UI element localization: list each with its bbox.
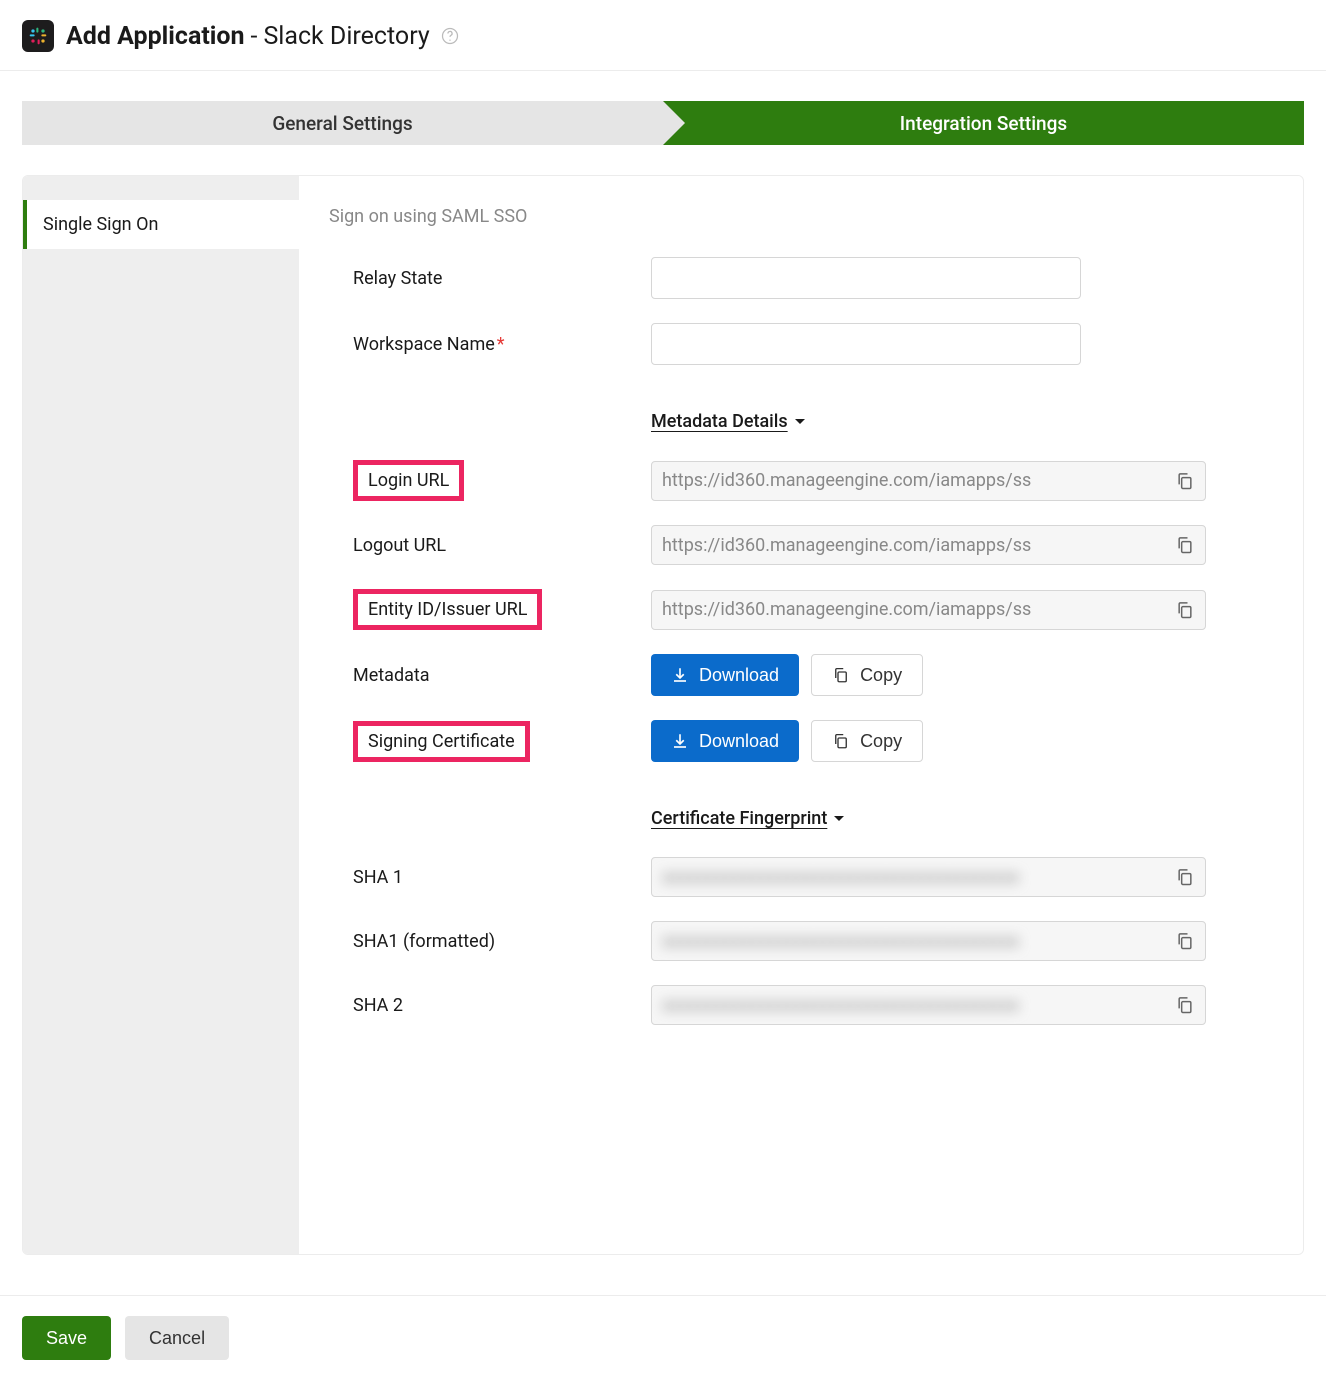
sidebar: Single Sign On xyxy=(23,176,299,1254)
copy-label: Copy xyxy=(860,665,902,686)
label-workspace-name: Workspace Name xyxy=(353,334,495,355)
label-relay-state: Relay State xyxy=(353,268,442,289)
entity-id-field: https://id360.manageengine.com/iamapps/s… xyxy=(651,590,1206,630)
label-login-url: Login URL xyxy=(353,460,464,501)
logout-url-value: https://id360.manageengine.com/iamapps/s… xyxy=(662,535,1165,556)
sha1-formatted-field: xxxxxxxxxxxxxxxxxxxxxxxxxxxxxxxxxxxxxxxx xyxy=(651,921,1206,961)
copy-icon[interactable] xyxy=(1175,931,1195,951)
download-label: Download xyxy=(699,731,779,752)
download-icon xyxy=(671,732,689,750)
caret-down-icon xyxy=(794,418,806,426)
page-title: Add Application - Slack Directory xyxy=(66,22,460,51)
sha1-formatted-value: xxxxxxxxxxxxxxxxxxxxxxxxxxxxxxxxxxxxxxxx xyxy=(662,931,1165,952)
sidebar-item-label: Single Sign On xyxy=(43,214,158,235)
help-icon[interactable] xyxy=(440,26,460,46)
metadata-download-button[interactable]: Download xyxy=(651,654,799,696)
login-url-value: https://id360.manageengine.com/iamapps/s… xyxy=(662,470,1165,491)
copy-icon[interactable] xyxy=(1175,867,1195,887)
metadata-details-label: Metadata Details xyxy=(651,411,788,432)
settings-tabs: General Settings Integration Settings xyxy=(22,101,1304,145)
copy-icon xyxy=(832,732,850,750)
download-icon xyxy=(671,666,689,684)
label-entity-id: Entity ID/Issuer URL xyxy=(353,589,542,630)
metadata-copy-button[interactable]: Copy xyxy=(811,654,923,696)
title-bold: Add Application xyxy=(66,22,245,51)
cert-fingerprint-label: Certificate Fingerprint xyxy=(651,808,827,829)
save-label: Save xyxy=(46,1328,87,1348)
copy-icon[interactable] xyxy=(1175,471,1195,491)
copy-icon[interactable] xyxy=(1175,995,1195,1015)
download-label: Download xyxy=(699,665,779,686)
cert-fingerprint-toggle[interactable]: Certificate Fingerprint xyxy=(651,808,1273,829)
footer: Save Cancel xyxy=(0,1295,1326,1360)
cert-download-button[interactable]: Download xyxy=(651,720,799,762)
sha2-field: xxxxxxxxxxxxxxxxxxxxxxxxxxxxxxxxxxxxxxxx xyxy=(651,985,1206,1025)
entity-id-value: https://id360.manageengine.com/iamapps/s… xyxy=(662,599,1165,620)
copy-label: Copy xyxy=(860,731,902,752)
metadata-details-toggle[interactable]: Metadata Details xyxy=(651,411,1273,432)
label-sha2: SHA 2 xyxy=(353,995,403,1016)
copy-icon[interactable] xyxy=(1175,535,1195,555)
copy-icon[interactable] xyxy=(1175,600,1195,620)
sidebar-item-sso[interactable]: Single Sign On xyxy=(23,200,299,249)
required-asterisk: * xyxy=(497,334,505,355)
cert-copy-button[interactable]: Copy xyxy=(811,720,923,762)
sha2-value: xxxxxxxxxxxxxxxxxxxxxxxxxxxxxxxxxxxxxxxx xyxy=(662,995,1165,1016)
label-signing-certificate: Signing Certificate xyxy=(353,721,530,762)
section-note: Sign on using SAML SSO xyxy=(329,206,1273,227)
sha1-value: xxxxxxxxxxxxxxxxxxxxxxxxxxxxxxxxxxxxxxxx xyxy=(662,867,1165,888)
label-metadata: Metadata xyxy=(353,665,430,686)
label-sha1-formatted: SHA1 (formatted) xyxy=(353,931,495,952)
main-panel: Sign on using SAML SSO Relay State Works… xyxy=(299,176,1303,1254)
cancel-label: Cancel xyxy=(149,1328,205,1348)
tab-integration-label: Integration Settings xyxy=(900,112,1067,135)
login-url-field: https://id360.manageengine.com/iamapps/s… xyxy=(651,461,1206,501)
save-button[interactable]: Save xyxy=(22,1316,111,1360)
tab-general-settings[interactable]: General Settings xyxy=(22,101,663,145)
relay-state-input[interactable] xyxy=(651,257,1081,299)
slack-app-icon xyxy=(22,20,54,52)
tab-integration-settings[interactable]: Integration Settings xyxy=(663,101,1304,145)
cancel-button[interactable]: Cancel xyxy=(125,1316,229,1360)
copy-icon xyxy=(832,666,850,684)
logout-url-field: https://id360.manageengine.com/iamapps/s… xyxy=(651,525,1206,565)
tab-general-label: General Settings xyxy=(272,112,412,135)
sha1-field: xxxxxxxxxxxxxxxxxxxxxxxxxxxxxxxxxxxxxxxx xyxy=(651,857,1206,897)
page-header: Add Application - Slack Directory xyxy=(0,16,1326,71)
label-logout-url: Logout URL xyxy=(353,535,446,556)
title-sep: - xyxy=(251,22,258,51)
caret-down-icon xyxy=(833,815,845,823)
workspace-name-input[interactable] xyxy=(651,323,1081,365)
title-app-name: Slack Directory xyxy=(263,22,429,51)
label-sha1: SHA 1 xyxy=(353,867,403,888)
